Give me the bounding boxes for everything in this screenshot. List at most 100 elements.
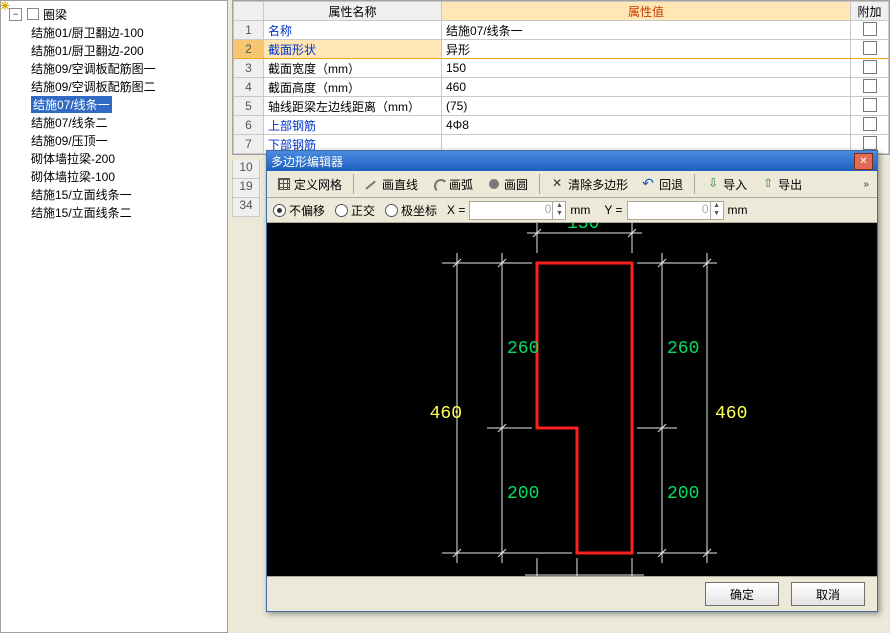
dim-right-upper: 260: [667, 339, 699, 359]
tree-item[interactable]: 砌体墙拉梁-100: [31, 167, 225, 185]
draw-line-button[interactable]: 画直线: [359, 173, 424, 195]
radio-polar[interactable]: 极坐标: [385, 202, 437, 219]
tree-item[interactable]: 结施09/空调板配筋图一: [31, 59, 225, 77]
prop-value[interactable]: 4Φ8: [442, 116, 851, 135]
circle-icon: [487, 177, 501, 191]
radio-no-offset[interactable]: 不偏移: [273, 202, 325, 219]
tree-item-label: 结施07/线条二: [31, 114, 108, 131]
prop-extra-checkbox[interactable]: [851, 97, 889, 116]
cancel-button[interactable]: 取消: [791, 582, 865, 606]
cross-section-polygon: [537, 263, 632, 553]
coordinate-bar: 不偏移 正交 极坐标 X = 0▲▼ mm Y = 0▲▼ mm: [267, 198, 877, 223]
spin-up-icon[interactable]: ▲: [553, 202, 565, 211]
prop-value[interactable]: 异形: [442, 40, 851, 59]
draw-arc-button[interactable]: 画弧: [426, 173, 479, 195]
prop-value[interactable]: (75): [442, 97, 851, 116]
tree-item-label: 结施01/厨卫翻边-100: [31, 24, 144, 41]
spin-down-icon[interactable]: ▼: [711, 210, 723, 219]
close-icon[interactable]: ✕: [854, 153, 873, 170]
dim-top: 150: [567, 223, 599, 234]
tree-item[interactable]: 结施07/线条一: [31, 95, 225, 113]
tree-item[interactable]: 结施01/厨卫翻边-200: [31, 41, 225, 59]
prop-name: 名称: [264, 21, 442, 40]
property-table[interactable]: 属性名称 属性值 附加 1名称结施07/线条一2截面形状异形3截面宽度（mm）1…: [233, 1, 889, 154]
tree-item-label: 砌体墙拉梁-200: [31, 150, 115, 167]
collapse-toggle[interactable]: −: [9, 8, 22, 21]
prop-name: 截面高度（mm）: [264, 78, 442, 97]
polygon-canvas[interactable]: 150 260 200 460 260 200 460: [267, 223, 877, 576]
tree-item-label: 砌体墙拉梁-100: [31, 168, 115, 185]
radio-ortho[interactable]: 正交: [335, 202, 375, 219]
row-number: 7: [234, 135, 264, 154]
dialog-titlebar[interactable]: 多边形编辑器 ✕: [267, 151, 877, 171]
row-gutter: 101934: [232, 160, 260, 217]
row-number: 1: [234, 21, 264, 40]
prop-value[interactable]: 结施07/线条一: [442, 21, 851, 40]
tree-item[interactable]: 结施15/立面线条二: [31, 203, 225, 221]
clear-icon: [551, 177, 565, 191]
polygon-editor-dialog: 多边形编辑器 ✕ 定义网格 画直线 画弧 画圆 清除多边形 回退 导入 导出 »…: [266, 150, 878, 612]
toolbar-overflow-icon[interactable]: »: [859, 179, 873, 190]
property-row[interactable]: 4截面高度（mm）460: [234, 78, 889, 97]
y-label: Y =: [604, 203, 622, 217]
draw-circle-button[interactable]: 画圆: [481, 173, 534, 195]
y-input[interactable]: 0▲▼: [627, 201, 724, 220]
toolbar-separator: [694, 174, 695, 194]
tree-item[interactable]: 结施09/压顶一: [31, 131, 225, 149]
property-row[interactable]: 1名称结施07/线条一: [234, 21, 889, 40]
undo-button[interactable]: 回退: [636, 173, 689, 195]
col-value[interactable]: 属性值: [442, 2, 851, 21]
prop-extra-checkbox[interactable]: [851, 78, 889, 97]
toolbar-separator: [539, 174, 540, 194]
col-name[interactable]: 属性名称: [264, 2, 442, 21]
prop-extra-checkbox[interactable]: [851, 116, 889, 135]
import-button[interactable]: 导入: [700, 173, 753, 195]
tree-item[interactable]: 结施09/空调板配筋图二: [31, 77, 225, 95]
property-row[interactable]: 5轴线距梁左边线距离（mm）(75): [234, 97, 889, 116]
y-unit: mm: [728, 203, 748, 217]
tree-item[interactable]: 砌体墙拉梁-200: [31, 149, 225, 167]
tree-item-label: 结施15/立面线条二: [31, 204, 132, 221]
export-button[interactable]: 导出: [755, 173, 808, 195]
spin-down-icon[interactable]: ▼: [553, 210, 565, 219]
property-row[interactable]: 3截面宽度（mm）150: [234, 59, 889, 78]
dim-right-lower: 200: [667, 484, 699, 504]
tree-root-label: 圈梁: [43, 6, 67, 23]
x-input[interactable]: 0▲▼: [469, 201, 566, 220]
clear-polygon-button[interactable]: 清除多边形: [545, 173, 634, 195]
dialog-button-row: 确定 取消: [267, 576, 877, 611]
tree-root-node[interactable]: − 圈梁: [3, 5, 225, 23]
prop-name: 上部钢筋: [264, 116, 442, 135]
prop-extra-checkbox[interactable]: [851, 21, 889, 40]
dim-left-lower: 200: [507, 484, 539, 504]
gutter-row: 34: [232, 198, 260, 217]
line-icon: [365, 177, 379, 191]
prop-name: 截面形状: [264, 40, 442, 59]
prop-extra-checkbox[interactable]: [851, 59, 889, 78]
dim-left-upper: 260: [507, 339, 539, 359]
dim-right-total: 460: [715, 404, 747, 424]
row-number: 5: [234, 97, 264, 116]
polygon-svg: 150 260 200 460 260 200 460: [267, 223, 877, 576]
ok-button[interactable]: 确定: [705, 582, 779, 606]
tree-item[interactable]: 结施07/线条二: [31, 113, 225, 131]
spin-up-icon[interactable]: ▲: [711, 202, 723, 211]
tree-item-label: 结施15/立面线条一: [31, 186, 132, 203]
prop-name: 截面宽度（mm）: [264, 59, 442, 78]
tree-item-label: 结施09/空调板配筋图一: [31, 60, 156, 77]
tree-item[interactable]: 结施01/厨卫翻边-100: [31, 23, 225, 41]
component-tree-panel[interactable]: − 圈梁 结施01/厨卫翻边-100结施01/厨卫翻边-200结施09/空调板配…: [0, 0, 228, 633]
property-row[interactable]: 2截面形状异形: [234, 40, 889, 59]
arc-icon: [432, 177, 446, 191]
dialog-title: 多边形编辑器: [271, 153, 854, 170]
prop-extra-checkbox[interactable]: [851, 40, 889, 59]
tree-item-label: 结施07/线条一: [31, 96, 112, 113]
prop-value[interactable]: 150: [442, 59, 851, 78]
prop-name: 轴线距梁左边线距离（mm）: [264, 97, 442, 116]
tree-item[interactable]: 结施15/立面线条一: [31, 185, 225, 203]
define-grid-button[interactable]: 定义网格: [271, 173, 348, 195]
dialog-toolbar: 定义网格 画直线 画弧 画圆 清除多边形 回退 导入 导出 »: [267, 171, 877, 198]
prop-value[interactable]: 460: [442, 78, 851, 97]
col-extra[interactable]: 附加: [851, 2, 889, 21]
property-row[interactable]: 6上部钢筋4Φ8: [234, 116, 889, 135]
